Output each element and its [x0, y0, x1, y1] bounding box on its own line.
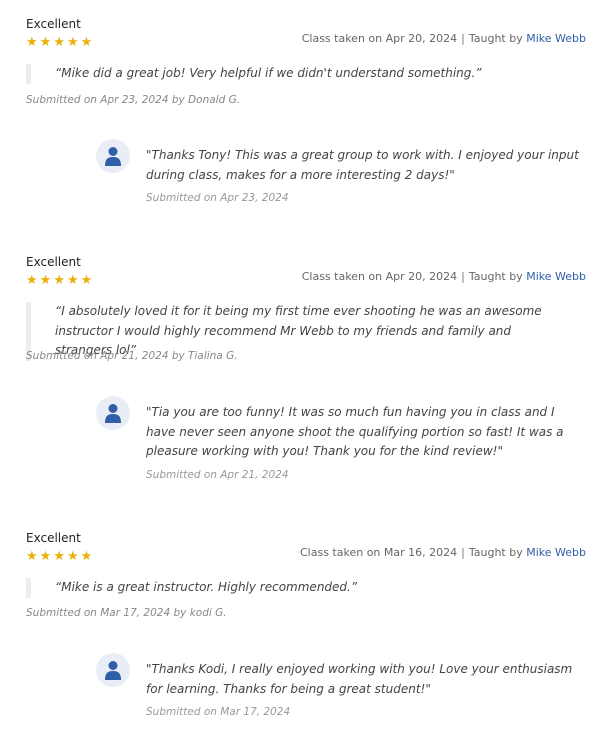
meta-separator: | [461, 270, 465, 283]
class-meta: Class taken on Mar 16, 2024 | Taught by Mi… [300, 546, 586, 559]
instructor-link[interactable]: Mike Webb [526, 546, 586, 559]
star-icon: ★ [26, 549, 38, 564]
rating-label: Excellent [26, 255, 81, 269]
review-quote: “Mike did a great job! Very helpful if w… [26, 64, 562, 84]
star-icon: ★ [53, 273, 65, 288]
reply-text: "Thanks Kodi, I really enjoyed working w… [146, 662, 573, 696]
review-submitted: Submitted on Mar 17, 2024 by kodi G. [26, 607, 227, 619]
user-icon [105, 147, 121, 166]
class-taken-prefix: Class taken on [301, 32, 383, 45]
meta-separator: | [461, 32, 465, 45]
star-icon: ★ [66, 35, 79, 50]
taught-by-prefix: Taught by [468, 270, 523, 283]
star-rating: ★ ★ ★ ★ ★ [26, 273, 93, 288]
reply-submitted: Submitted on Apr 23, 2024 [146, 192, 289, 204]
star-rating: ★ ★ ★ ★ ★ [26, 35, 93, 50]
class-taken-prefix: Class taken on [299, 546, 381, 559]
taught-by-prefix: Taught by [468, 546, 523, 559]
avatar [96, 653, 130, 687]
class-taken-prefix: Class taken on [301, 270, 383, 283]
taught-by-prefix: Taught by [468, 32, 523, 45]
star-icon: ★ [26, 273, 38, 288]
class-date: Apr 20, 2024 [385, 32, 458, 45]
star-icon: ★ [26, 35, 38, 50]
star-icon: ★ [66, 549, 79, 564]
class-date: Mar 16, 2024 [383, 546, 458, 559]
rating-label: Excellent [26, 531, 81, 545]
star-icon: ★ [53, 549, 65, 564]
star-icon: ★ [80, 273, 93, 288]
reply-submitted: Submitted on Apr 21, 2024 [146, 469, 289, 481]
user-icon [105, 661, 121, 680]
rating-label: Excellent [26, 17, 81, 31]
star-icon: ★ [66, 273, 79, 288]
review-submitted: Submitted on Apr 21, 2024 by Tialina G. [26, 350, 238, 362]
star-rating: ★ ★ ★ ★ ★ [26, 549, 93, 564]
star-icon: ★ [80, 549, 93, 564]
star-icon: ★ [39, 273, 52, 288]
star-icon: ★ [39, 35, 52, 50]
class-date: Apr 20, 2024 [385, 270, 458, 283]
class-meta: Class taken on Apr 20, 2024 | Taught by Mi… [302, 270, 586, 283]
instructor-link[interactable]: Mike Webb [526, 270, 586, 283]
instructor-link[interactable]: Mike Webb [526, 32, 586, 45]
star-icon: ★ [39, 549, 52, 564]
review-submitted: Submitted on Apr 23, 2024 by Donald G. [26, 94, 241, 106]
class-meta: Class taken on Apr 20, 2024 | Taught by Mi… [302, 32, 586, 45]
meta-separator: | [461, 546, 465, 559]
avatar [96, 139, 130, 173]
review-quote: “Mike is a great instructor. Highly reco… [26, 578, 562, 598]
star-icon: ★ [53, 35, 65, 50]
star-icon: ★ [80, 35, 93, 50]
reply-submitted: Submitted on Mar 17, 2024 [146, 706, 291, 718]
reply-text: "Tia you are too funny! It was so much f… [146, 405, 564, 458]
avatar [96, 396, 130, 430]
user-icon [105, 404, 121, 423]
reply-text: "Thanks Tony! This was a great group to … [146, 148, 579, 182]
